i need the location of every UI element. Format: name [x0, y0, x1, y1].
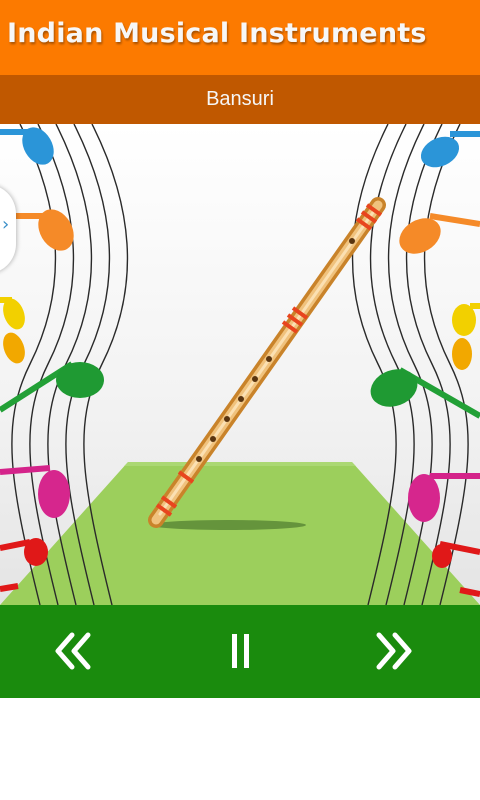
- title-bar: Indian Musical Instruments: [0, 0, 480, 75]
- double-chevron-right-icon: [376, 632, 412, 670]
- double-chevron-left-icon: [55, 632, 91, 670]
- instrument-stage: ›: [0, 124, 480, 605]
- instrument-name: Bansuri: [206, 88, 274, 110]
- playback-controls: [0, 605, 480, 698]
- bottom-blank-area: [0, 698, 480, 800]
- next-button[interactable]: [357, 621, 429, 681]
- pause-button[interactable]: [204, 621, 276, 681]
- instrument-header: Bansuri: [0, 75, 480, 124]
- flute-shadow: [150, 520, 306, 530]
- previous-button[interactable]: [38, 621, 110, 681]
- green-floor: [0, 462, 480, 605]
- app-screen: Indian Musical Instruments Bansuri ›: [0, 0, 480, 800]
- chevron-right-icon: ›: [2, 214, 10, 235]
- stage-illustration: [0, 124, 480, 605]
- pause-icon: [232, 634, 249, 668]
- app-title: Indian Musical Instruments: [7, 18, 427, 49]
